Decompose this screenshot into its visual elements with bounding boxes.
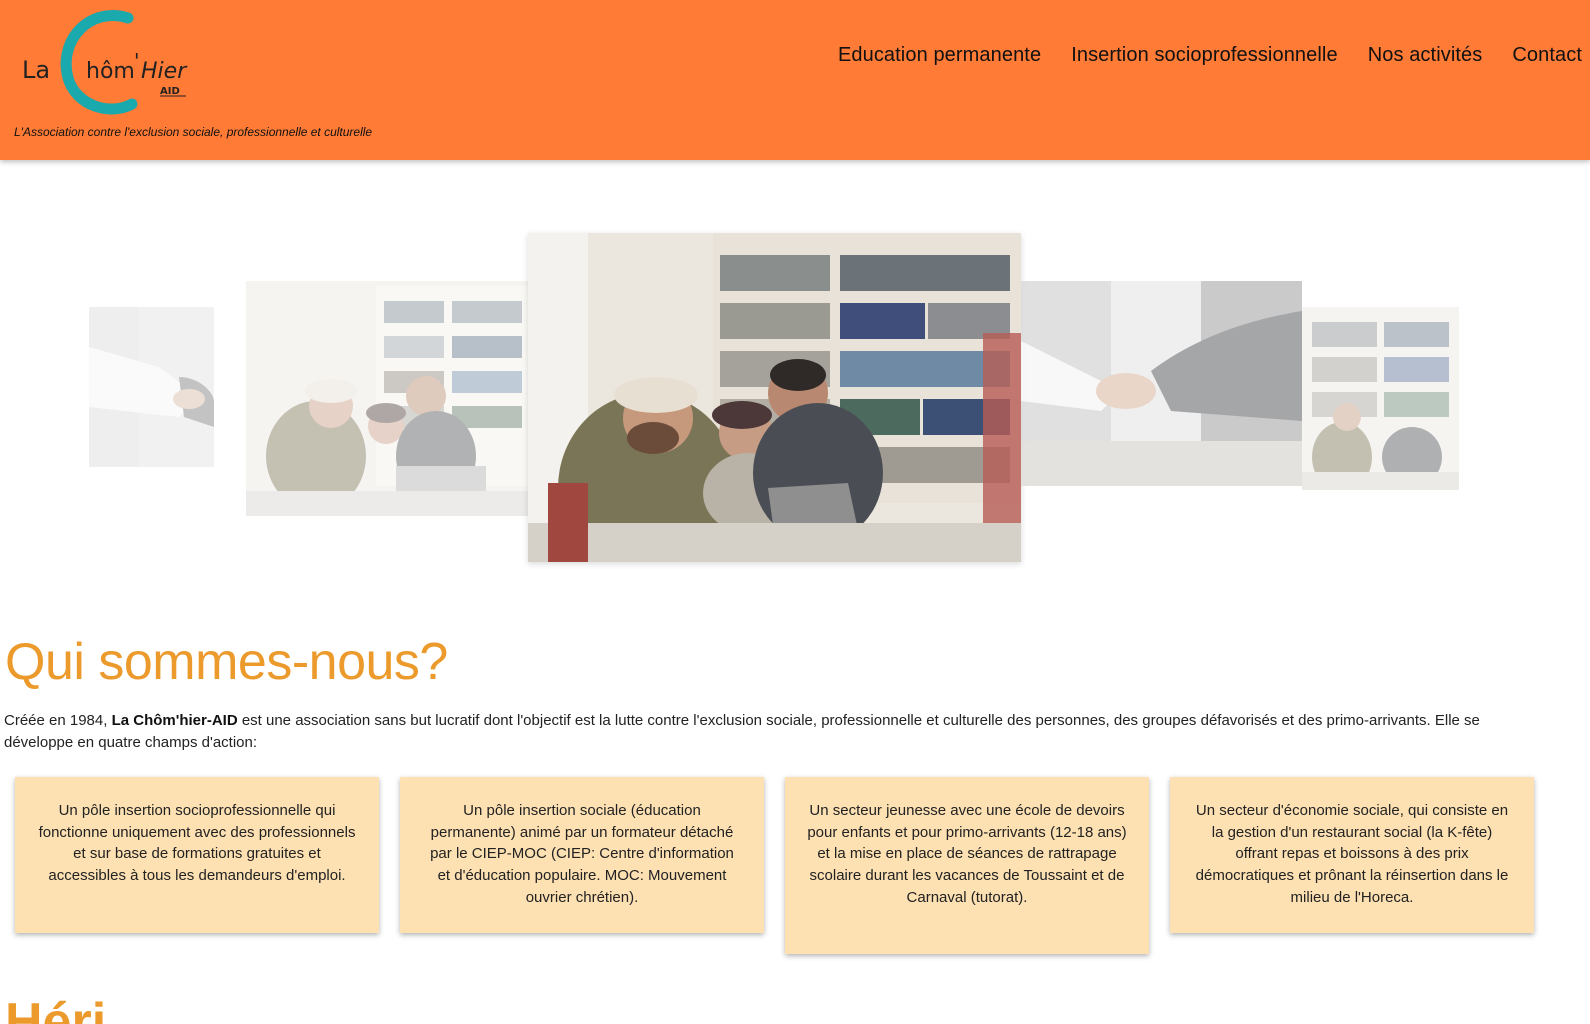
tagline: L'Association contre l'exclusion sociale… — [14, 125, 373, 139]
site-header: La hôm ' Hier AID L'Association contre l… — [0, 0, 1590, 160]
image-carousel[interactable] — [0, 230, 1590, 570]
logo[interactable]: La hôm ' Hier AID — [20, 10, 200, 122]
logo-word-hier: Hier — [141, 59, 188, 84]
section-title: Qui sommes-nous? — [5, 633, 448, 691]
card-economie-sociale: Un secteur d'économie sociale, qui consi… — [1170, 777, 1534, 933]
intro-paragraph: Créée en 1984, La Chôm'hier-AID est une … — [4, 710, 1549, 754]
carousel-slide-5[interactable] — [1302, 307, 1459, 490]
carousel-slide-4[interactable] — [1021, 281, 1302, 486]
logo-word-la: La — [22, 56, 50, 84]
next-section-heading: Héri — [5, 993, 107, 1024]
logo-word-aid: AID — [160, 86, 180, 97]
main-nav: Education permanente Insertion socioprof… — [838, 44, 1582, 67]
library-team-photo-icon — [528, 233, 1021, 562]
nav-nos-activites[interactable]: Nos activités — [1368, 44, 1483, 67]
carousel-slide-active[interactable] — [528, 233, 1021, 562]
card-secteur-jeunesse: Un secteur jeunesse avec une école de de… — [785, 777, 1149, 954]
nav-insertion-socioprofessionnelle[interactable]: Insertion socioprofessionnelle — [1071, 44, 1338, 67]
library-team-photo-icon — [1302, 307, 1459, 490]
card-insertion-socioprofessionnelle: Un pôle insertion socioprofessionnelle q… — [15, 777, 379, 933]
carousel-slide-2[interactable] — [246, 281, 528, 516]
logo-word-chom: hôm — [86, 59, 135, 84]
intro-text-before: Créée en 1984, — [4, 712, 112, 729]
intro-org-name: La Chôm'hier-AID — [111, 712, 238, 729]
card-insertion-sociale: Un pôle insertion sociale (éducation per… — [400, 777, 764, 933]
logo-apostrophe: ' — [134, 49, 140, 73]
action-fields: Un pôle insertion socioprofessionnelle q… — [15, 777, 1534, 954]
nav-contact[interactable]: Contact — [1512, 44, 1582, 67]
handshake-photo-icon — [89, 307, 214, 467]
logo-mark: La hôm ' Hier AID — [22, 10, 188, 115]
carousel-slide-1[interactable] — [89, 307, 214, 467]
nav-education-permanente[interactable]: Education permanente — [838, 44, 1041, 67]
